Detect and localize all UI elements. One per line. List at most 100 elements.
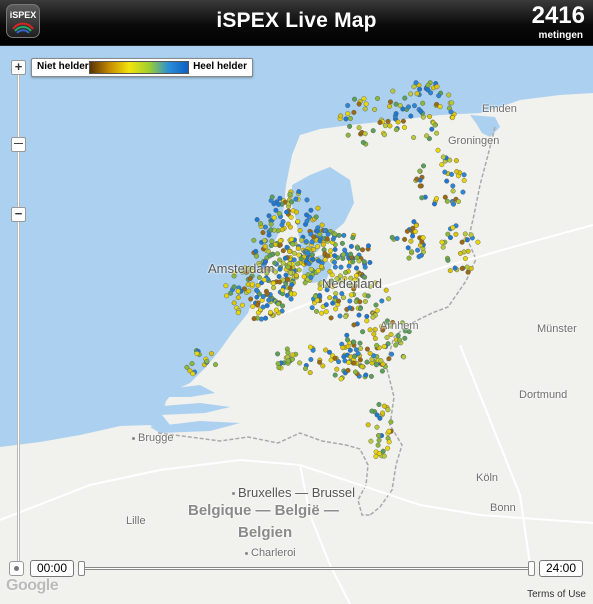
measurement-dot[interactable] <box>347 305 353 311</box>
measurement-dot[interactable] <box>435 147 441 153</box>
measurement-dot[interactable] <box>266 213 272 219</box>
measurement-dot[interactable] <box>275 228 281 234</box>
measurement-dot[interactable] <box>420 235 426 241</box>
measurement-dot[interactable] <box>291 257 297 263</box>
map-svg[interactable] <box>0 45 593 604</box>
end-time-handle[interactable] <box>528 561 535 576</box>
measurement-dot[interactable] <box>285 264 291 270</box>
measurement-dot[interactable] <box>290 356 296 362</box>
measurement-dot[interactable] <box>447 268 453 274</box>
measurement-dot[interactable] <box>351 109 357 115</box>
measurement-dot[interactable] <box>303 366 309 372</box>
measurement-dot[interactable] <box>386 356 392 362</box>
measurement-dot[interactable] <box>345 103 351 109</box>
measurement-dot[interactable] <box>268 227 274 233</box>
measurement-dot[interactable] <box>440 244 446 250</box>
measurement-dot[interactable] <box>362 131 368 137</box>
measurement-dot[interactable] <box>406 104 412 110</box>
measurement-dot[interactable] <box>304 212 310 218</box>
measurement-dot[interactable] <box>402 95 408 101</box>
terms-of-use-link[interactable]: Terms of Use <box>527 589 586 600</box>
measurement-dot[interactable] <box>449 171 455 177</box>
measurement-dot[interactable] <box>293 272 299 278</box>
measurement-dot[interactable] <box>319 222 325 228</box>
measurement-dot[interactable] <box>351 339 357 345</box>
map-canvas[interactable]: Emden Groningen Amsterdam Nederland Arnh… <box>0 45 593 604</box>
measurement-dot[interactable] <box>276 365 282 371</box>
measurement-dot[interactable] <box>194 351 200 357</box>
measurement-dot[interactable] <box>357 340 363 346</box>
measurement-dot[interactable] <box>339 240 345 246</box>
measurement-dot[interactable] <box>386 296 392 302</box>
measurement-dot[interactable] <box>351 322 357 328</box>
measurement-dot[interactable] <box>393 111 399 117</box>
measurement-dot[interactable] <box>450 225 456 231</box>
measurement-dot[interactable] <box>284 244 290 250</box>
measurement-dot[interactable] <box>389 351 395 357</box>
measurement-dot[interactable] <box>332 259 338 265</box>
measurement-dot[interactable] <box>267 253 273 259</box>
measurement-dot[interactable] <box>347 298 353 304</box>
measurement-dot[interactable] <box>379 368 385 374</box>
measurement-dot[interactable] <box>283 272 289 278</box>
measurement-dot[interactable] <box>287 191 293 197</box>
measurement-dot[interactable] <box>374 424 380 430</box>
measurement-dot[interactable] <box>370 128 376 134</box>
measurement-dot[interactable] <box>359 364 365 370</box>
measurement-dot[interactable] <box>362 264 368 270</box>
measurement-dot[interactable] <box>362 106 368 112</box>
measurement-dot[interactable] <box>287 224 293 230</box>
measurement-dot[interactable] <box>277 279 283 285</box>
measurement-dot[interactable] <box>269 194 275 200</box>
measurement-dot[interactable] <box>336 359 342 365</box>
measurement-dot[interactable] <box>235 288 241 294</box>
measurement-dot[interactable] <box>336 298 342 304</box>
measurement-dot[interactable] <box>417 168 423 174</box>
measurement-dot[interactable] <box>345 343 351 349</box>
measurement-dot[interactable] <box>446 92 452 98</box>
measurement-dot[interactable] <box>350 259 356 265</box>
measurement-dot[interactable] <box>305 250 311 256</box>
measurement-dot[interactable] <box>345 132 351 138</box>
measurement-dot[interactable] <box>348 251 354 257</box>
measurement-dot[interactable] <box>224 293 230 299</box>
measurement-dot[interactable] <box>381 403 387 409</box>
measurement-dot[interactable] <box>393 342 399 348</box>
measurement-dot[interactable] <box>336 232 342 238</box>
measurement-dot[interactable] <box>297 360 303 366</box>
measurement-dot[interactable] <box>346 263 352 269</box>
measurement-dot[interactable] <box>383 287 389 293</box>
measurement-dot[interactable] <box>408 91 414 97</box>
measurement-dot[interactable] <box>450 115 456 121</box>
measurement-dot[interactable] <box>254 217 260 223</box>
measurement-dot[interactable] <box>327 295 333 301</box>
measurement-dot[interactable] <box>357 299 363 305</box>
measurement-dot[interactable] <box>411 219 417 225</box>
measurement-dot[interactable] <box>320 363 326 369</box>
measurement-dot[interactable] <box>442 169 448 175</box>
measurement-dot[interactable] <box>253 248 259 254</box>
measurement-dot[interactable] <box>408 113 414 119</box>
measurement-dot[interactable] <box>358 346 364 352</box>
measurement-dot[interactable] <box>377 119 383 125</box>
start-time-handle[interactable] <box>78 561 85 576</box>
measurement-dot[interactable] <box>393 127 399 133</box>
measurement-dot[interactable] <box>379 298 385 304</box>
measurement-dot[interactable] <box>333 306 339 312</box>
measurement-dot[interactable] <box>460 189 466 195</box>
measurement-dot[interactable] <box>317 359 323 365</box>
measurement-dot[interactable] <box>361 259 367 265</box>
measurement-dot[interactable] <box>270 280 276 286</box>
measurement-dot[interactable] <box>408 238 414 244</box>
measurement-dot[interactable] <box>401 354 407 360</box>
measurement-dot[interactable] <box>462 256 468 262</box>
measurement-dot[interactable] <box>303 239 309 245</box>
measurement-dot[interactable] <box>465 269 471 275</box>
measurement-dot[interactable] <box>285 350 291 356</box>
measurement-dot[interactable] <box>338 113 344 119</box>
measurement-dot[interactable] <box>332 355 338 361</box>
measurement-dot[interactable] <box>325 253 331 259</box>
measurement-dot[interactable] <box>321 242 327 248</box>
measurement-dot[interactable] <box>340 345 346 351</box>
measurement-dot[interactable] <box>453 158 459 164</box>
